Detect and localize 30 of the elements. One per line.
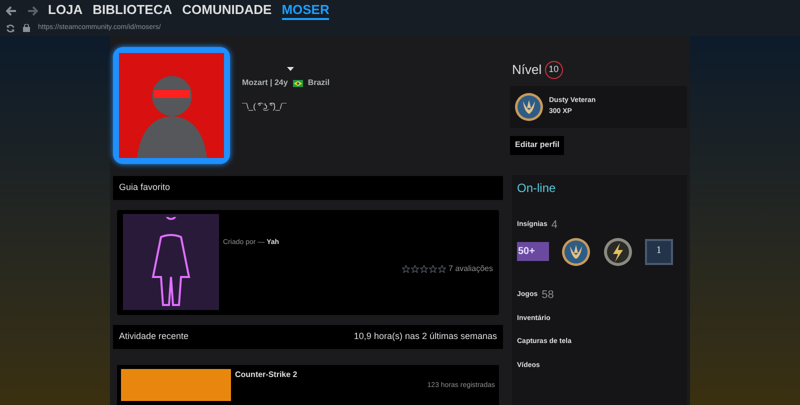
years-badge[interactable]: 50+ xyxy=(517,242,549,261)
nav-tab[interactable]: BIBLIOTECA xyxy=(92,2,172,20)
playtime-summary: 10,9 hora(s) nas 2 últimas semanas xyxy=(354,330,497,344)
laurel-coin-icon xyxy=(561,236,591,266)
level-label: Nível xyxy=(512,61,542,79)
back-arrow-icon[interactable] xyxy=(6,6,17,16)
section-title: Atividade recente xyxy=(119,330,189,344)
game-title[interactable]: Counter-Strike 2 xyxy=(235,369,495,381)
online-status: On-line xyxy=(517,180,557,196)
review-count: 7 avaliações xyxy=(448,262,493,274)
section-title: Guia favorito xyxy=(119,181,170,194)
edit-profile-button[interactable]: Editar perfil xyxy=(510,136,564,154)
reload-icon[interactable] xyxy=(6,24,15,32)
forward-arrow-icon[interactable] xyxy=(27,6,38,16)
games-count: 58 xyxy=(542,288,554,300)
flag-icon xyxy=(292,80,303,86)
glowing-figure-icon xyxy=(151,217,191,307)
nav-tab[interactable]: COMUNIDADE xyxy=(182,2,272,20)
laurel-coin-icon xyxy=(514,92,544,122)
level-badge: 10 xyxy=(544,60,563,79)
country-text: Brazil xyxy=(308,77,330,89)
nav-tab[interactable]: MOSER xyxy=(282,2,330,20)
number-badge[interactable]: 1 xyxy=(645,238,673,264)
profile-summary: ¯\_( ͡° ͜ʖ ͡°)_/¯ xyxy=(242,101,288,113)
dropdown-caret-icon[interactable] xyxy=(287,67,294,71)
badges-count: 4 xyxy=(551,218,558,230)
lightning-coin-icon xyxy=(603,236,633,266)
lock-icon xyxy=(23,24,30,32)
profile-info: Mozart | 24y xyxy=(242,77,288,89)
nav-tab[interactable]: LOJA xyxy=(48,2,83,20)
